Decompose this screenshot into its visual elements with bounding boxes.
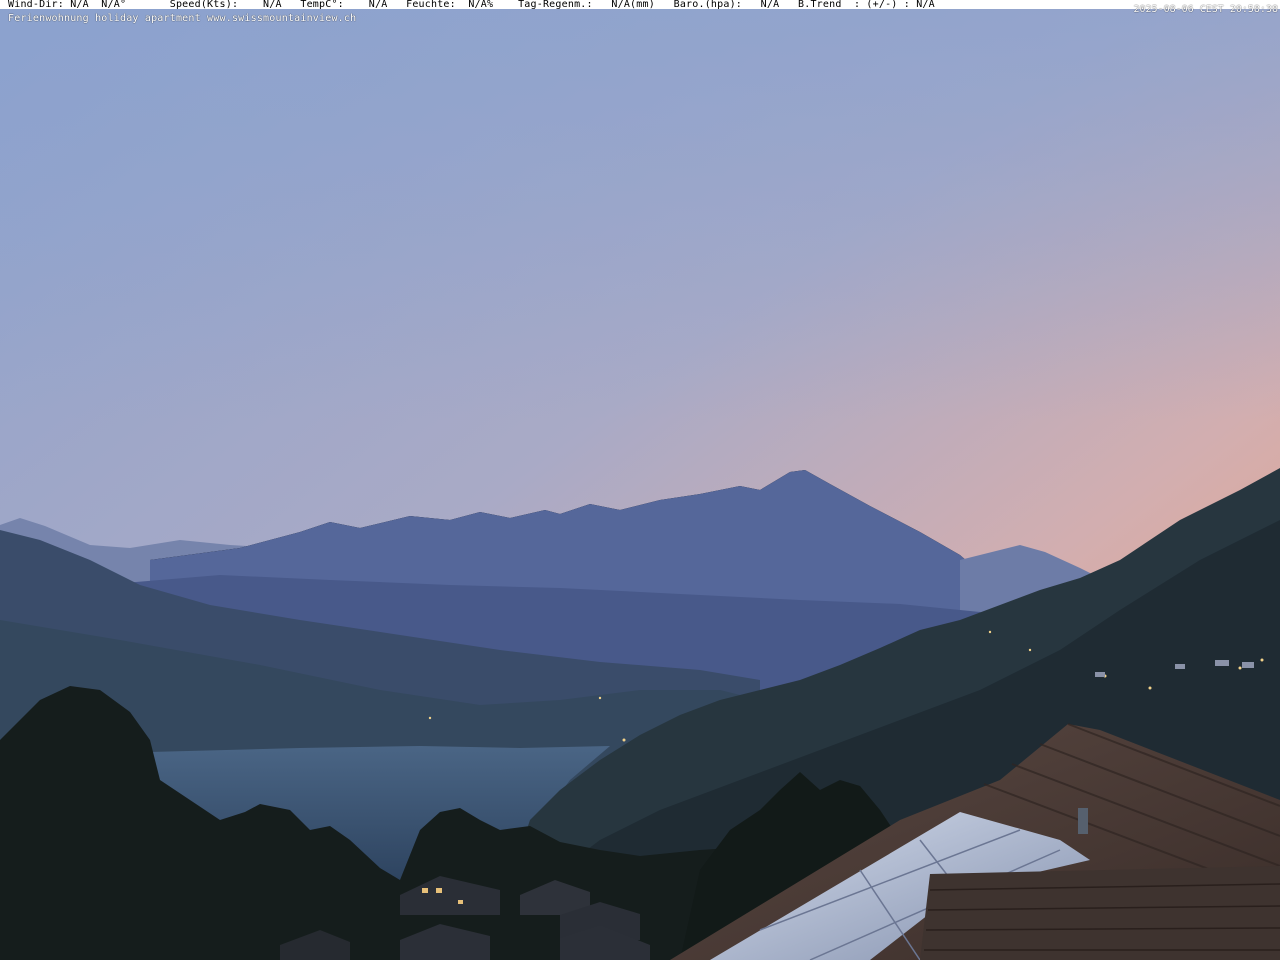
lower-roof bbox=[920, 866, 1280, 960]
webcam-scene bbox=[0, 0, 1280, 960]
roof-vent bbox=[1078, 808, 1088, 834]
caption: Ferienwohnung holiday apartment www.swis… bbox=[8, 13, 357, 24]
sky-upper-tint bbox=[0, 0, 1280, 420]
timestamp: 2025-08-06 CEST 20:58:38 bbox=[1133, 4, 1279, 15]
weather-readout: Wind-Dir: N/A N/A° Speed(Kts): N/A TempC… bbox=[8, 0, 935, 10]
